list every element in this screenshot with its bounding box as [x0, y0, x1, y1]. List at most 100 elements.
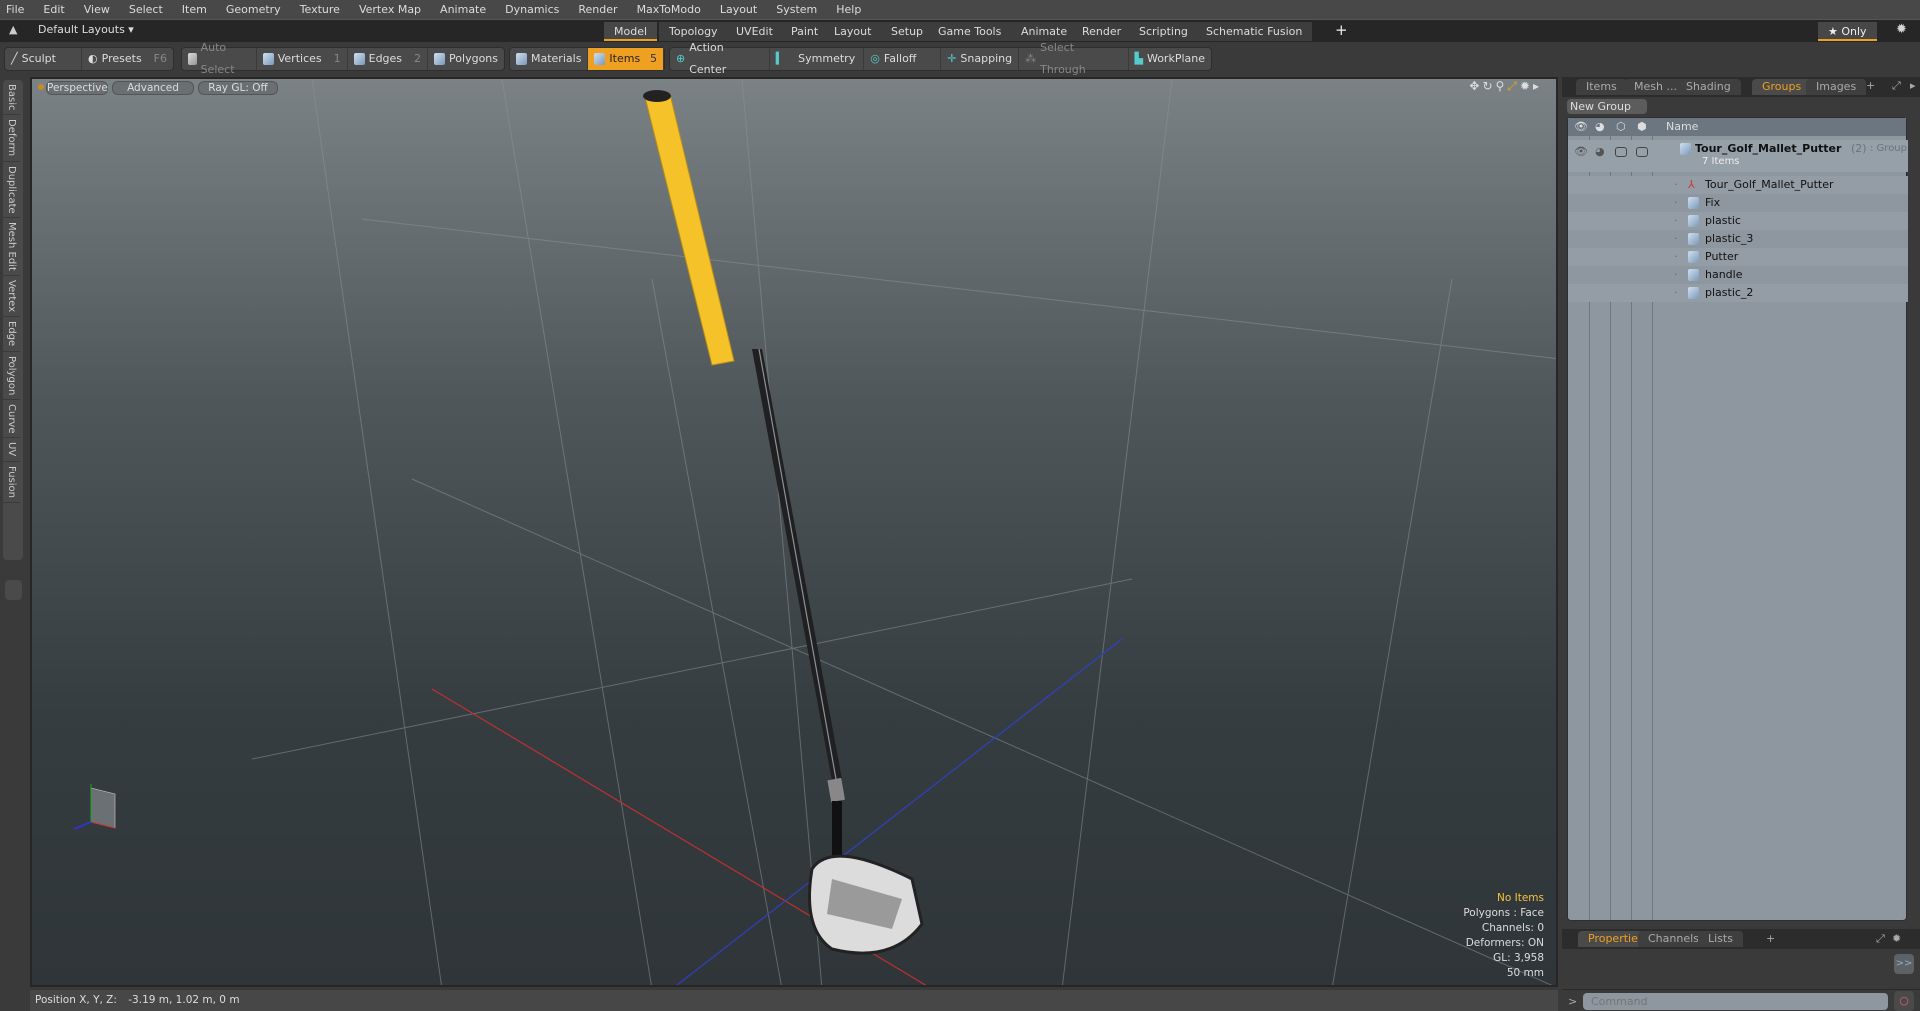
- left-tab-vertex[interactable]: Vertex: [3, 276, 20, 318]
- expand-properties-button[interactable]: >>: [1894, 954, 1914, 974]
- gear-icon[interactable]: ✹: [1896, 22, 1907, 37]
- menu-dynamics[interactable]: Dynamics: [505, 3, 559, 16]
- rotate-view-icon[interactable]: ↻: [1482, 79, 1495, 93]
- list-item[interactable]: · ⅄ Tour_Golf_Mallet_Putter: [1568, 176, 1908, 194]
- left-tab-deform[interactable]: Deform: [3, 115, 20, 162]
- items-label: Items: [609, 52, 641, 65]
- only-button[interactable]: ★ Only: [1818, 22, 1877, 41]
- add-layout-button[interactable]: +: [1335, 21, 1348, 39]
- move-view-icon[interactable]: ✥: [1469, 79, 1482, 93]
- left-tab-uv[interactable]: UV: [3, 438, 20, 462]
- list-item[interactable]: · plastic_3: [1568, 230, 1908, 248]
- menu-maxtomodo[interactable]: MaxToModo: [637, 3, 701, 16]
- vertices-button[interactable]: Vertices 1: [257, 48, 348, 70]
- menu-item[interactable]: Item: [182, 3, 207, 16]
- lock-column-icon[interactable]: ⬡: [1616, 118, 1626, 136]
- menu-file[interactable]: File: [6, 3, 24, 16]
- left-tab-duplicate[interactable]: Duplicate: [3, 162, 20, 219]
- menu-texture[interactable]: Texture: [300, 3, 340, 16]
- tab-paint[interactable]: Paint: [781, 22, 829, 41]
- falloff-button[interactable]: ◎ Falloff: [864, 48, 942, 70]
- lock-checkbox[interactable]: [1615, 147, 1627, 157]
- workplane-button[interactable]: ▙ WorkPlane: [1129, 48, 1212, 70]
- presets-button[interactable]: ◐ Presets F6: [82, 48, 173, 70]
- focal-info: 50 mm: [1506, 967, 1544, 979]
- symmetry-button[interactable]: ▍ Symmetry: [770, 48, 865, 70]
- select-checkbox[interactable]: [1636, 147, 1648, 157]
- list-item[interactable]: · plastic: [1568, 212, 1908, 230]
- viewport-gear-icon[interactable]: ✹: [1520, 79, 1533, 93]
- tab-model[interactable]: Model: [604, 22, 658, 41]
- menu-vertex-map[interactable]: Vertex Map: [359, 3, 421, 16]
- panel-tab-lists[interactable]: Lists: [1698, 931, 1743, 947]
- item-name: plastic_2: [1705, 286, 1754, 299]
- panel-tab-groups[interactable]: Groups: [1752, 79, 1812, 95]
- items-button[interactable]: Items 5: [588, 48, 664, 70]
- panel-tab-shading[interactable]: Shading: [1676, 79, 1741, 95]
- new-group-button[interactable]: New Group: [1567, 99, 1647, 114]
- visibility-toggle-icon[interactable]: 👁: [1574, 143, 1588, 161]
- panel-arrow-icon[interactable]: ▸: [1910, 79, 1916, 92]
- edges-button[interactable]: Edges 2: [348, 48, 429, 70]
- sculpt-button[interactable]: ╱ Sculpt: [5, 48, 83, 70]
- tab-schematic-fusion[interactable]: Schematic Fusion: [1196, 22, 1313, 41]
- materials-button[interactable]: Materials: [510, 48, 589, 70]
- select-through-button[interactable]: ⁂ Select Through: [1019, 41, 1129, 76]
- layout-selector[interactable]: Default Layouts ▾: [38, 23, 134, 36]
- snapping-button[interactable]: ✛ Snapping: [941, 48, 1020, 70]
- auto-select-button[interactable]: Auto Select: [182, 41, 257, 76]
- list-item[interactable]: · handle: [1568, 266, 1908, 284]
- left-tab-basic[interactable]: Basic: [3, 80, 20, 116]
- panel-tab-images[interactable]: Images: [1806, 79, 1867, 95]
- menu-help[interactable]: Help: [836, 3, 861, 16]
- left-tab-fusion[interactable]: Fusion: [3, 462, 20, 503]
- group-row[interactable]: 👁 ◕ Tour_Golf_Mallet_Putter (2) : Group …: [1568, 140, 1908, 172]
- left-panel-toggle[interactable]: [5, 580, 22, 600]
- tab-game-tools[interactable]: Game Tools: [928, 22, 1012, 41]
- render-toggle-icon[interactable]: ◕: [1595, 143, 1605, 161]
- maximize-panel-icon[interactable]: ⤢: [1892, 79, 1901, 93]
- panel-tab-items[interactable]: Items: [1576, 79, 1627, 95]
- maximize-icon[interactable]: ⤢: [1507, 79, 1520, 93]
- viewport-menu-dot[interactable]: [38, 84, 44, 90]
- menu-render[interactable]: Render: [578, 3, 617, 16]
- menu-animate[interactable]: Animate: [440, 3, 486, 16]
- layout-up-icon[interactable]: ▲: [9, 23, 17, 36]
- visibility-column-icon[interactable]: 👁: [1574, 118, 1588, 136]
- left-tab-curve[interactable]: Curve: [3, 400, 20, 439]
- perspective-button[interactable]: Perspective: [46, 81, 108, 95]
- select-column-icon[interactable]: ⬢: [1637, 118, 1647, 136]
- left-tab-edge[interactable]: Edge: [3, 317, 20, 352]
- zoom-view-icon[interactable]: ⚲: [1496, 79, 1508, 93]
- menu-geometry[interactable]: Geometry: [226, 3, 281, 16]
- tab-layout[interactable]: Layout: [824, 22, 882, 41]
- position-value: -3.19 m, 1.02 m, 0 m: [128, 994, 240, 1006]
- raygl-button[interactable]: Ray GL: Off: [198, 81, 278, 95]
- list-item[interactable]: · plastic_2: [1568, 284, 1908, 302]
- left-tab-mesh-edit[interactable]: Mesh Edit: [3, 218, 20, 277]
- gear-icon[interactable]: ✹: [1892, 932, 1901, 945]
- advanced-button[interactable]: Advanced: [112, 81, 194, 95]
- add-tab-icon[interactable]: +: [1766, 932, 1775, 945]
- polygons-info: Polygons : Face: [1463, 907, 1544, 919]
- maximize-panel-icon[interactable]: ⤢: [1876, 932, 1885, 946]
- tab-scripting[interactable]: Scripting: [1129, 22, 1198, 41]
- menu-select[interactable]: Select: [129, 3, 163, 16]
- name-column-header[interactable]: Name: [1666, 118, 1698, 136]
- polygons-button[interactable]: Polygons: [428, 48, 504, 70]
- menu-view[interactable]: View: [84, 3, 110, 16]
- left-tab-polygon[interactable]: Polygon: [3, 352, 20, 400]
- list-item[interactable]: · Putter: [1568, 248, 1908, 266]
- expand-arrow-icon[interactable]: ▸: [1533, 79, 1542, 93]
- command-input[interactable]: [1583, 993, 1888, 1010]
- menu-edit[interactable]: Edit: [43, 3, 64, 16]
- action-center-button[interactable]: ⊕ Action Center: [670, 41, 770, 76]
- list-item[interactable]: · Fix: [1568, 194, 1908, 212]
- menu-system[interactable]: System: [776, 3, 817, 16]
- tab-setup[interactable]: Setup: [881, 22, 934, 41]
- menu-layout[interactable]: Layout: [720, 3, 757, 16]
- 3d-viewport[interactable]: Perspective Advanced Ray GL: Off ✥↻⚲⤢✹▸ …: [30, 77, 1558, 987]
- record-icon[interactable]: ○: [1894, 991, 1914, 1011]
- render-column-icon[interactable]: ◕: [1595, 118, 1605, 136]
- add-tab-icon[interactable]: +: [1866, 79, 1875, 92]
